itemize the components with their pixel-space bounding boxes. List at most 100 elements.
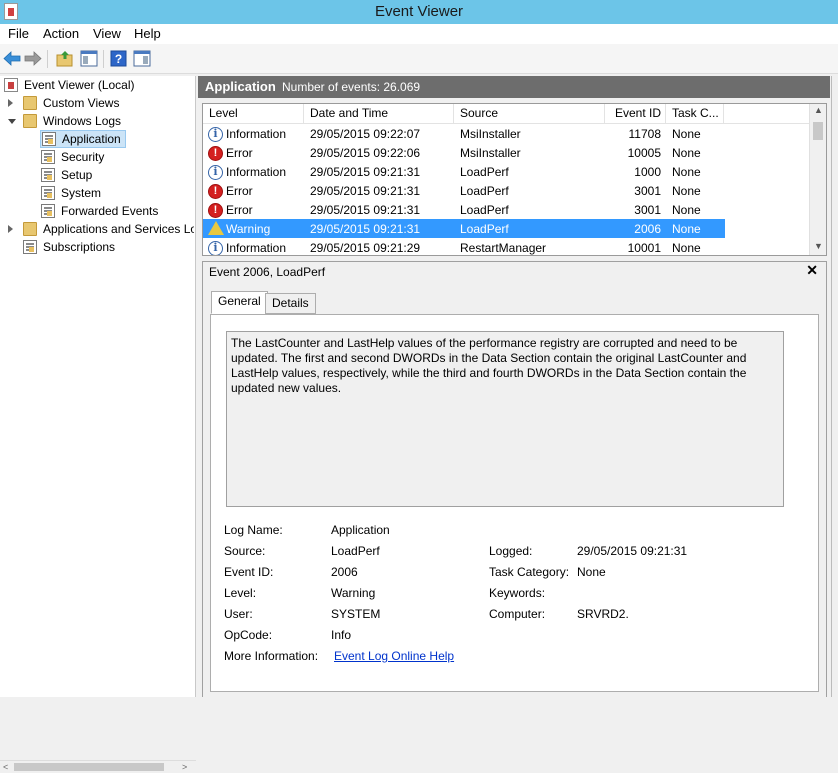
forward-arrow-icon[interactable] [24,50,42,67]
tree-item-label: System [61,186,102,200]
tree-item-label: Event Viewer (Local) [24,78,135,92]
event-row[interactable]: Warning 29/05/2015 09:21:31 LoadPerf 2006 No… [203,219,725,238]
event-level: Information [226,241,287,255]
event-log-online-help-link[interactable]: Event Log Online Help [334,649,454,663]
collapse-arrow-icon[interactable] [8,119,16,124]
event-task-category: None [672,241,701,255]
menu-action[interactable]: Action [43,26,79,41]
column-header-date-time[interactable]: Date and Time [304,104,454,123]
scroll-right-icon[interactable]: > [182,762,187,772]
event-viewer-icon [4,78,18,92]
scroll-up-icon[interactable]: ▲ [814,105,823,115]
event-id-value: 2006 [331,565,358,579]
event-row[interactable]: Information 29/05/2015 09:21:29 RestartMan… [203,238,725,255]
column-header-event-id[interactable]: Event ID [605,104,666,123]
expand-arrow-icon[interactable] [8,99,13,107]
show-hide-action-pane-icon[interactable] [133,50,151,67]
event-id: 11708 [628,127,661,141]
show-hide-tree-icon[interactable] [80,50,98,67]
tree-item-label: Setup [61,168,93,182]
navigation-tree: Event Viewer (Local) Custom Views Window… [0,76,196,773]
event-source: LoadPerf [460,203,509,217]
tree-item-custom-views[interactable]: Custom Views [8,94,194,112]
tree-item-label: Application [62,132,121,146]
event-task-category: None [672,127,701,141]
back-arrow-icon[interactable] [3,50,21,67]
event-task-category: None [672,203,701,217]
expand-arrow-icon[interactable] [8,225,13,233]
event-id: 10001 [627,241,661,255]
close-icon[interactable]: ✕ [806,262,818,279]
tree-horizontal-scrollbar[interactable]: < > [0,760,196,773]
scroll-down-icon[interactable]: ▼ [814,241,823,251]
tree-item-setup[interactable]: Setup [41,166,191,184]
log-icon [41,186,55,200]
menu-file[interactable]: File [8,26,29,41]
scrollbar-thumb[interactable] [14,763,164,771]
right-pane-edge [831,76,838,697]
tree-item-label: Windows Logs [43,114,122,128]
event-date-time: 29/05/2015 09:22:07 [310,127,421,141]
scrollbar-thumb[interactable] [813,122,823,140]
event-date-time: 29/05/2015 09:21:31 [310,184,421,198]
event-id: 2006 [634,222,661,236]
event-level: Warning [226,222,271,236]
opcode-label: OpCode: [224,628,273,642]
tree-item-subscriptions[interactable]: Subscriptions [8,238,194,256]
event-row[interactable]: Information 29/05/2015 09:22:07 MsiInstall… [203,124,725,143]
event-id-label: Event ID: [224,565,274,579]
scroll-left-icon[interactable]: < [3,762,8,772]
event-id: 10005 [627,146,661,160]
event-source: RestartManager [460,241,547,255]
event-date-time: 29/05/2015 09:21:29 [310,241,421,255]
log-icon [41,204,55,218]
svg-text:?: ? [115,52,122,66]
event-source: MsiInstaller [460,146,521,160]
tree-item-security[interactable]: Security [41,148,191,166]
error-icon [208,184,223,199]
computer-value: SRVRD2. [577,607,629,621]
up-folder-icon[interactable] [56,50,74,67]
event-row[interactable]: Error 29/05/2015 09:21:31 LoadPerf 3001 None [203,200,725,219]
tree-item-windows-logs[interactable]: Windows Logs [8,112,194,130]
menu-view[interactable]: View [93,26,121,41]
level-label: Level: [224,586,257,600]
tab-details[interactable]: Details [265,293,316,314]
general-tab-panel: The LastCounter and LastHelp values of t… [210,314,819,692]
error-icon [208,146,223,161]
log-name-value: Application [331,523,390,537]
information-icon [208,165,223,180]
menu-help[interactable]: Help [134,26,161,41]
event-level: Information [226,165,287,179]
tree-item-label: Custom Views [43,96,120,110]
event-row[interactable]: Information 29/05/2015 09:21:31 LoadPerf 10… [203,162,725,181]
event-list-vertical-scrollbar[interactable]: ▲ ▼ [809,104,826,255]
tree-item-forwarded-events[interactable]: Forwarded Events [41,202,191,220]
title-bar: Event Viewer [0,0,838,24]
event-description[interactable]: The LastCounter and LastHelp values of t… [226,331,784,507]
help-icon[interactable]: ? [110,50,128,67]
event-date-time: 29/05/2015 09:21:31 [310,222,421,236]
event-date-time: 29/05/2015 09:21:31 [310,203,421,217]
source-value: LoadPerf [331,544,380,558]
tree-item-system[interactable]: System [41,184,191,202]
tree-item-applications-and-services[interactable]: Applications and Services Lo [8,220,194,238]
folder-icon [23,96,37,110]
event-list: Level Date and Time Source Event ID Task… [202,103,827,256]
log-header-bar: Application Number of events: 26.069 [198,76,830,98]
source-label: Source: [224,544,266,558]
column-header-level[interactable]: Level [203,104,304,123]
event-task-category: None [672,165,701,179]
information-icon [208,127,223,142]
event-row[interactable]: Error 29/05/2015 09:21:31 LoadPerf 3001 None [203,181,725,200]
tree-item-label: Subscriptions [43,240,116,254]
tree-item-event-viewer-local[interactable]: Event Viewer (Local) [4,76,194,94]
event-row[interactable]: Error 29/05/2015 09:22:06 MsiInstaller 1000… [203,143,725,162]
event-detail-pane: Event 2006, LoadPerf ✕ General Details T… [202,261,827,697]
toolbar: ? [0,44,838,74]
tree-item-application[interactable]: Application [40,130,126,148]
tab-general[interactable]: General [211,291,268,314]
log-icon [42,132,56,146]
column-header-task-category[interactable]: Task C... [666,104,724,123]
column-header-source[interactable]: Source [454,104,605,123]
